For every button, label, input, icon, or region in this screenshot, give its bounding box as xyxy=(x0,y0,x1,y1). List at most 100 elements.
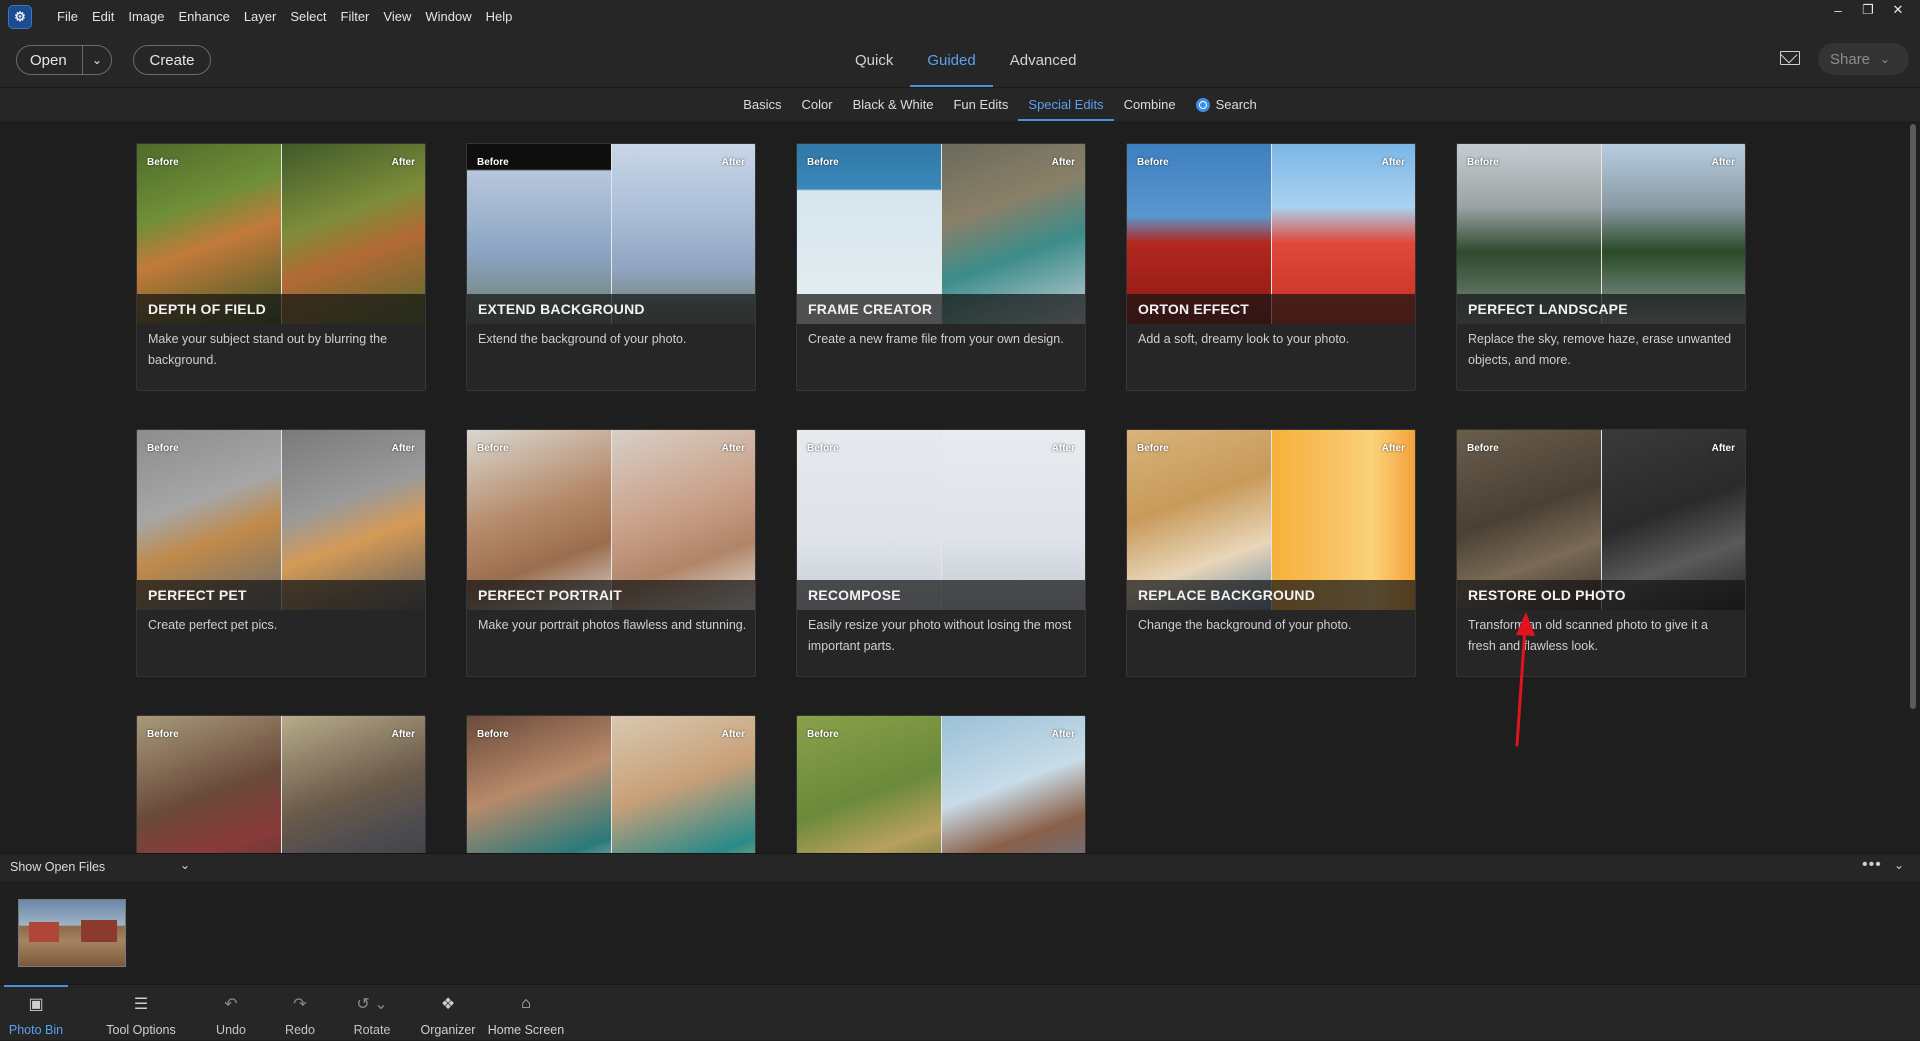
before-after-thumbnail: Before After RESTORE OLD PHOTO xyxy=(1457,430,1745,610)
menu-list: File Edit Image Enhance Layer Select Fil… xyxy=(50,9,519,24)
before-after-thumbnail: Before After PERFECT PET xyxy=(137,430,425,610)
open-file-thumbnail[interactable] xyxy=(18,899,126,967)
before-tag: Before xyxy=(807,443,839,454)
subtab-special-edits[interactable]: Special Edits xyxy=(1018,88,1114,121)
card-description: Make your portrait photos flawless and s… xyxy=(478,618,747,632)
subtab-search[interactable]: Search xyxy=(1186,88,1267,121)
card-title: RECOMPOSE xyxy=(797,580,1085,610)
menu-layer[interactable]: Layer xyxy=(237,9,284,24)
before-tag: Before xyxy=(477,443,509,454)
before-tag: Before xyxy=(477,157,509,168)
share-button[interactable]: Share ⌄ xyxy=(1818,43,1909,75)
subtab-black-white[interactable]: Black & White xyxy=(843,88,944,121)
home-screen-button[interactable]: ⌂ Home Screen xyxy=(486,985,566,1041)
card-title: FRAME CREATOR xyxy=(797,294,1085,324)
create-button[interactable]: Create xyxy=(133,45,211,75)
photo-bin-header: Show Open Files ⌄ ••• ⌄ xyxy=(0,853,1920,881)
guided-edit-card[interactable]: Before After PERFECT LANDSCAPE Replace the … xyxy=(1456,143,1746,391)
menu-select[interactable]: Select xyxy=(283,9,333,24)
before-after-thumbnail: Before After PERFECT PORTRAIT xyxy=(467,430,755,610)
guided-edit-card[interactable]: Before After DEPTH OF FIELD Make your subje… xyxy=(136,143,426,391)
guided-edit-card[interactable]: Before After xyxy=(466,715,756,853)
guided-edit-card[interactable]: Before After REPLACE BACKGROUND Change the … xyxy=(1126,429,1416,677)
undo-button[interactable]: ↶ Undo xyxy=(206,985,256,1041)
mail-icon[interactable] xyxy=(1780,51,1800,65)
tool-options-button[interactable]: ☰ Tool Options xyxy=(100,985,182,1041)
before-tag: Before xyxy=(147,443,179,454)
guided-category-tabs: Basics Color Black & White Fun Edits Spe… xyxy=(0,87,1920,121)
before-after-thumbnail: Before After PERFECT LANDSCAPE xyxy=(1457,144,1745,324)
before-tag: Before xyxy=(1137,443,1169,454)
content-scrollbar[interactable] xyxy=(1908,121,1918,853)
subtab-fun-edits[interactable]: Fun Edits xyxy=(943,88,1018,121)
before-after-thumbnail: Before After DEPTH OF FIELD xyxy=(137,144,425,324)
photo-bin-button[interactable]: ▣ Photo Bin xyxy=(4,985,68,1041)
after-tag: After xyxy=(1711,157,1735,168)
subtab-color[interactable]: Color xyxy=(791,88,842,121)
menu-file[interactable]: File xyxy=(50,9,85,24)
bottom-bar-label: Tool Options xyxy=(106,1023,176,1037)
open-button[interactable]: Open ⌄ xyxy=(16,45,112,75)
guided-edit-card[interactable]: Before After RECOMPOSE Easily resize your p… xyxy=(796,429,1086,677)
card-description: Create a new frame file from your own de… xyxy=(808,332,1064,346)
mode-tabs: Quick Guided Advanced xyxy=(838,33,1093,87)
redo-button[interactable]: ↷ Redo xyxy=(275,985,325,1041)
guided-edit-card[interactable]: Before After PERFECT PET Create perfect pet… xyxy=(136,429,426,677)
guided-edit-card[interactable]: Before After PERFECT PORTRAIT Make your por… xyxy=(466,429,756,677)
menu-filter[interactable]: Filter xyxy=(334,9,377,24)
bottom-bar-label: Undo xyxy=(216,1023,246,1037)
more-options-icon[interactable]: ••• xyxy=(1862,856,1882,874)
tab-guided[interactable]: Guided xyxy=(910,33,994,87)
bottom-bar-label: Organizer xyxy=(420,1023,476,1037)
scrollbar-thumb[interactable] xyxy=(1910,124,1916,709)
card-description: Add a soft, dreamy look to your photo. xyxy=(1138,332,1350,346)
after-tag: After xyxy=(721,443,745,454)
minimize-icon[interactable]: – xyxy=(1826,2,1850,18)
subtab-combine[interactable]: Combine xyxy=(1114,88,1186,121)
guided-edit-card[interactable]: Before After FRAME CREATOR Create a new fra… xyxy=(796,143,1086,391)
card-title: PERFECT PORTRAIT xyxy=(467,580,755,610)
guided-edit-card[interactable]: Before After xyxy=(136,715,426,853)
bottom-bar-label: Photo Bin xyxy=(8,1023,64,1037)
show-open-files-dropdown[interactable]: Show Open Files xyxy=(10,860,105,874)
card-description: Easily resize your photo without losing … xyxy=(808,618,1072,653)
subtab-basics[interactable]: Basics xyxy=(733,88,791,121)
mode-toolbar: Open ⌄ Create Quick Guided Advanced Shar… xyxy=(0,33,1920,87)
before-tag: Before xyxy=(147,157,179,168)
open-dropdown-chevron-icon[interactable]: ⌄ xyxy=(83,53,111,67)
after-tag: After xyxy=(1051,443,1075,454)
guided-edit-card[interactable]: Before After EXTEND BACKGROUND Extend the b… xyxy=(466,143,756,391)
rotate-button[interactable]: ↺ ⌄ Rotate xyxy=(344,985,400,1041)
guided-edit-card[interactable]: Before After xyxy=(796,715,1086,853)
card-description: Create perfect pet pics. xyxy=(148,618,278,632)
after-tag: After xyxy=(1051,729,1075,740)
organizer-button[interactable]: ❖ Organizer xyxy=(418,985,478,1041)
menu-edit[interactable]: Edit xyxy=(85,9,121,24)
home-icon: ⌂ xyxy=(521,995,531,1012)
menu-view[interactable]: View xyxy=(376,9,418,24)
guided-edit-card[interactable]: Before After ORTON EFFECT Add a soft, dream… xyxy=(1126,143,1416,391)
before-tag: Before xyxy=(477,729,509,740)
before-tag: Before xyxy=(1467,443,1499,454)
before-after-thumbnail: Before After xyxy=(137,716,425,853)
tab-advanced[interactable]: Advanced xyxy=(993,33,1094,87)
menu-enhance[interactable]: Enhance xyxy=(172,9,237,24)
bottom-bar-label: Home Screen xyxy=(487,1023,565,1037)
close-icon[interactable]: ✕ xyxy=(1886,2,1910,18)
menu-window[interactable]: Window xyxy=(418,9,478,24)
open-button-label[interactable]: Open xyxy=(17,46,83,74)
show-open-files-chevron-icon[interactable]: ⌄ xyxy=(180,858,190,872)
menu-image[interactable]: Image xyxy=(121,9,171,24)
menu-help[interactable]: Help xyxy=(479,9,520,24)
before-after-thumbnail: Before After ORTON EFFECT xyxy=(1127,144,1415,324)
after-tag: After xyxy=(1381,443,1405,454)
tab-quick[interactable]: Quick xyxy=(838,33,910,87)
before-after-thumbnail: Before After FRAME CREATOR xyxy=(797,144,1085,324)
rotate-icon: ↺ ⌄ xyxy=(356,996,388,1013)
before-tag: Before xyxy=(807,157,839,168)
restore-icon[interactable]: ❐ xyxy=(1856,2,1880,18)
app-logo-icon[interactable]: ⚙ xyxy=(8,4,32,29)
annotation-arrow-icon xyxy=(1515,612,1535,747)
collapse-bin-chevron-icon[interactable]: ⌄ xyxy=(1894,858,1904,872)
before-tag: Before xyxy=(1137,157,1169,168)
